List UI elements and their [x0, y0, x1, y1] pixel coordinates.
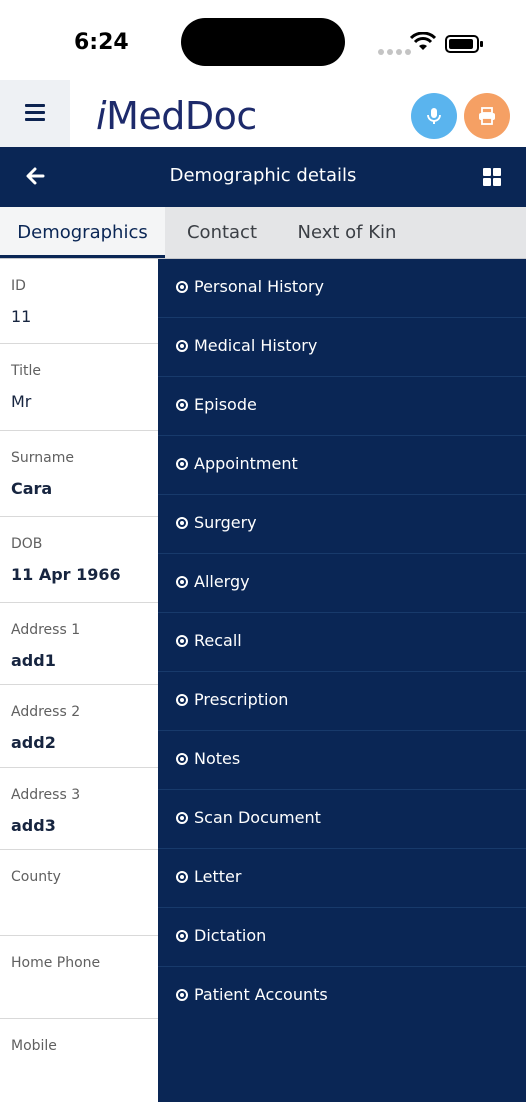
- menu-item-label: Personal History: [194, 277, 325, 296]
- field-dob: DOB 11 Apr 1966: [0, 517, 158, 603]
- field-label: ID: [11, 278, 26, 294]
- menu-item-prescription[interactable]: Prescription: [158, 672, 526, 731]
- menu-item-medical-history[interactable]: Medical History: [158, 318, 526, 377]
- status-time: 6:24: [74, 30, 129, 55]
- menu-item-label: Medical History: [194, 336, 318, 355]
- menu-item-label: Letter: [194, 867, 242, 886]
- menu-item-dictation[interactable]: Dictation: [158, 908, 526, 967]
- field-county: County: [0, 850, 158, 936]
- menu-item-surgery[interactable]: Surgery: [158, 495, 526, 554]
- menu-item-recall[interactable]: Recall: [158, 613, 526, 672]
- menu-item-personal-history[interactable]: Personal History: [158, 259, 526, 318]
- dictate-button[interactable]: [411, 93, 457, 139]
- radio-dot-icon: [176, 989, 188, 1001]
- field-label: County: [11, 869, 61, 885]
- app-logo: iMedDoc: [96, 94, 257, 138]
- radio-dot-icon: [176, 576, 188, 588]
- menu-item-label: Notes: [194, 749, 241, 768]
- signal-icon: [378, 40, 414, 59]
- print-button[interactable]: [464, 93, 510, 139]
- app-header: iMedDoc: [0, 80, 526, 147]
- radio-dot-icon: [176, 635, 188, 647]
- field-address-3: Address 3 add3: [0, 768, 158, 850]
- menu-item-appointment[interactable]: Appointment: [158, 436, 526, 495]
- menu-item-label: Recall: [194, 631, 242, 650]
- radio-dot-icon: [176, 458, 188, 470]
- tab-demographics[interactable]: Demographics: [0, 207, 165, 258]
- menu-button[interactable]: [0, 80, 70, 147]
- field-title: Title Mr: [0, 344, 158, 431]
- field-label: Address 1: [11, 622, 81, 638]
- field-label: DOB: [11, 536, 43, 552]
- menu-item-patient-accounts[interactable]: Patient Accounts: [158, 967, 526, 1026]
- field-mobile: Mobile: [0, 1019, 158, 1102]
- tab-next-of-kin[interactable]: Next of Kin: [284, 207, 410, 258]
- menu-item-scan-document[interactable]: Scan Document: [158, 790, 526, 849]
- radio-dot-icon: [176, 753, 188, 765]
- menu-item-label: Dictation: [194, 926, 267, 945]
- field-value: 11 Apr 1966: [11, 565, 121, 584]
- radio-dot-icon: [176, 930, 188, 942]
- field-value: add2: [11, 733, 56, 752]
- menu-item-label: Scan Document: [194, 808, 321, 827]
- side-menu: Personal History Medical History Episode…: [158, 259, 526, 1102]
- status-bar: 6:24: [0, 0, 526, 80]
- menu-item-letter[interactable]: Letter: [158, 849, 526, 908]
- field-value: add1: [11, 651, 56, 670]
- field-value: 11: [11, 307, 32, 326]
- field-label: Surname: [11, 450, 74, 466]
- demographics-form: ID 11 Title Mr Surname Cara DOB 11 Apr 1…: [0, 259, 158, 1102]
- printer-icon: [479, 107, 495, 125]
- field-label: Title: [11, 363, 42, 379]
- menu-item-label: Surgery: [194, 513, 257, 532]
- field-label: Address 3: [11, 787, 81, 803]
- menu-item-notes[interactable]: Notes: [158, 731, 526, 790]
- menu-item-label: Prescription: [194, 690, 289, 709]
- title-bar: Demographic details: [0, 147, 526, 207]
- microphone-icon: [427, 108, 441, 124]
- menu-item-allergy[interactable]: Allergy: [158, 554, 526, 613]
- field-address-1: Address 1 add1: [0, 603, 158, 685]
- field-address-2: Address 2 add2: [0, 685, 158, 768]
- radio-dot-icon: [176, 340, 188, 352]
- field-label: Mobile: [11, 1038, 57, 1054]
- grid-icon[interactable]: [483, 168, 501, 186]
- field-value: add3: [11, 816, 56, 835]
- radio-dot-icon: [176, 399, 188, 411]
- field-label: Address 2: [11, 704, 81, 720]
- menu-item-episode[interactable]: Episode: [158, 377, 526, 436]
- radio-dot-icon: [176, 871, 188, 883]
- field-value: Cara: [11, 479, 53, 498]
- tab-contact[interactable]: Contact: [170, 207, 274, 258]
- hamburger-icon: [25, 104, 45, 125]
- radio-dot-icon: [176, 812, 188, 824]
- field-home-phone: Home Phone: [0, 936, 158, 1019]
- menu-item-label: Allergy: [194, 572, 250, 591]
- page-title: Demographic details: [169, 165, 357, 186]
- radio-dot-icon: [176, 517, 188, 529]
- menu-item-label: Episode: [194, 395, 257, 414]
- battery-icon: [445, 35, 483, 53]
- wifi-icon: [410, 32, 436, 50]
- field-surname: Surname Cara: [0, 431, 158, 517]
- radio-dot-icon: [176, 694, 188, 706]
- radio-dot-icon: [176, 281, 188, 293]
- dynamic-island: [181, 18, 345, 66]
- menu-item-label: Appointment: [194, 454, 298, 473]
- field-value: Mr: [11, 392, 32, 411]
- field-label: Home Phone: [11, 955, 101, 971]
- menu-item-label: Patient Accounts: [194, 985, 328, 1004]
- tab-bar: Demographics Contact Next of Kin: [0, 207, 526, 259]
- field-id: ID 11: [0, 259, 158, 344]
